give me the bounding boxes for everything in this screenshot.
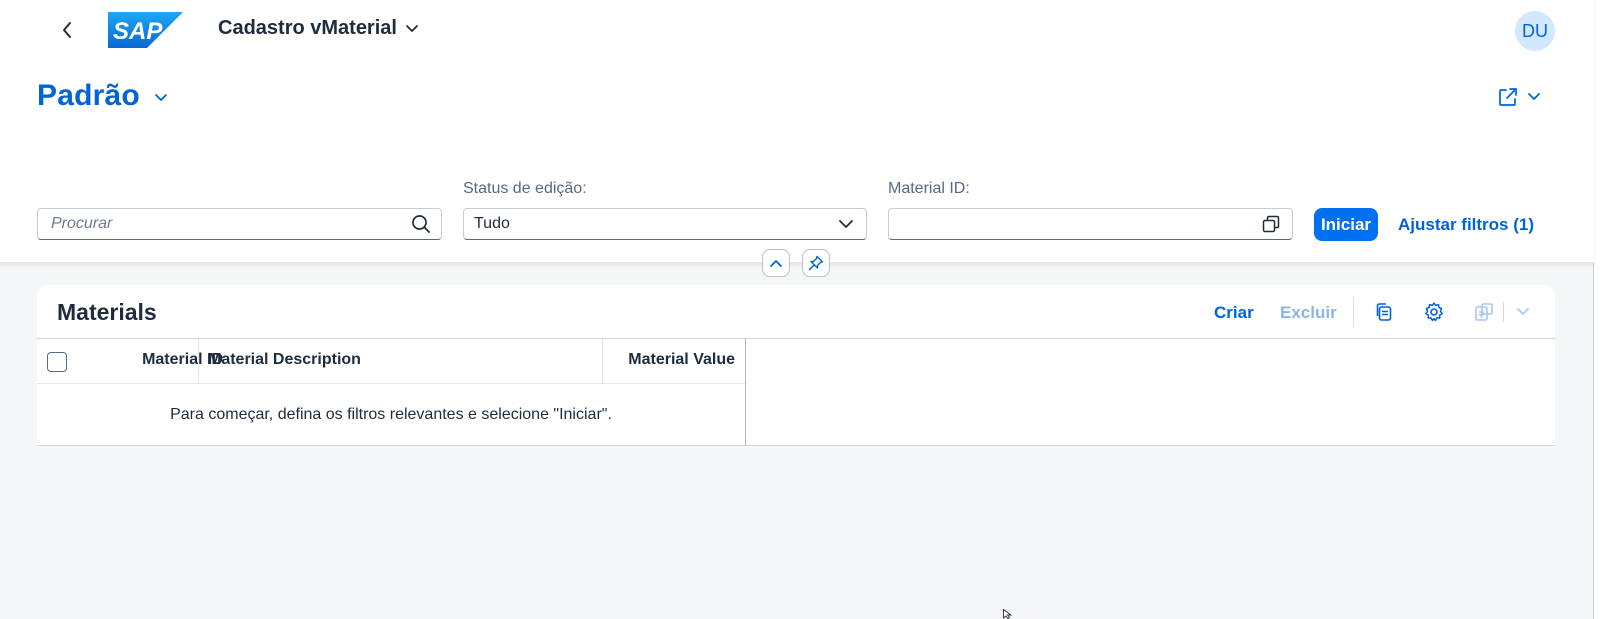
status-filter-value: Tudo <box>474 215 510 232</box>
pin-header-button[interactable] <box>802 249 830 277</box>
search-input[interactable]: Procurar <box>37 208 442 240</box>
column-header-material-id[interactable]: Material ID <box>103 351 223 369</box>
sap-logo[interactable]: SAP <box>108 12 183 48</box>
column-separator <box>198 339 199 383</box>
app-title: Cadastro vMaterial <box>218 17 397 39</box>
no-data-message: Para começar, defina os filtros relevant… <box>170 406 612 423</box>
variant-title: Padrão <box>37 79 140 112</box>
chevron-down-icon <box>839 220 853 228</box>
materials-table-panel: Materials Criar Excluir Material ID Mate… <box>37 285 1555 446</box>
mouse-cursor-icon <box>1003 609 1013 619</box>
status-filter-select[interactable]: Tudo <box>463 208 867 240</box>
table-header-row: Material ID Material Description Materia… <box>37 339 745 384</box>
search-placeholder: Procurar <box>51 215 113 232</box>
copy-button[interactable] <box>1370 298 1398 326</box>
material-id-label: Material ID: <box>888 180 970 197</box>
table-title: Materials <box>57 299 157 325</box>
share-button[interactable] <box>1497 86 1541 108</box>
create-button[interactable]: Criar <box>1214 303 1254 323</box>
chevron-down-icon <box>1517 308 1529 315</box>
toolbar-separator <box>1353 297 1354 327</box>
window-frame <box>1594 0 1600 619</box>
column-header-material-description[interactable]: Material Description <box>208 351 361 369</box>
collapse-header-button[interactable] <box>762 249 790 277</box>
search-icon <box>412 215 430 233</box>
page-header: SAP Cadastro vMaterial DU Padrão Procura… <box>0 0 1594 263</box>
chevron-down-icon <box>406 24 418 32</box>
status-filter-label: Status de edição: <box>463 180 587 197</box>
gear-icon <box>1425 302 1443 322</box>
copy-icon <box>1376 303 1392 321</box>
export-menu-button[interactable] <box>1509 298 1537 326</box>
pin-icon <box>808 255 824 271</box>
delete-button[interactable]: Excluir <box>1280 303 1337 323</box>
select-all-checkbox[interactable] <box>47 352 67 372</box>
app-title-menu[interactable]: Cadastro vMaterial <box>218 17 419 40</box>
material-id-field[interactable] <box>888 208 1293 240</box>
chevron-left-icon <box>63 22 71 38</box>
settings-button[interactable] <box>1420 298 1448 326</box>
table-column-edge <box>745 339 746 446</box>
materials-table: Material ID Material Description Materia… <box>37 338 1555 446</box>
chevron-up-icon <box>770 260 782 267</box>
material-id-input[interactable] <box>895 210 1262 238</box>
share-icon <box>1499 88 1517 106</box>
back-button[interactable] <box>52 15 82 45</box>
user-avatar[interactable]: DU <box>1515 11 1555 51</box>
chevron-down-icon <box>1528 93 1540 100</box>
svg-text:SAP: SAP <box>113 18 163 45</box>
adapt-filters-button[interactable]: Ajustar filtros (1) <box>1398 215 1534 235</box>
toolbar-separator <box>1503 302 1504 322</box>
variant-selector[interactable]: Padrão <box>37 79 168 113</box>
column-header-material-value[interactable]: Material Value <box>602 351 735 369</box>
chevron-down-icon <box>155 94 167 101</box>
go-button[interactable]: Iniciar <box>1314 208 1378 241</box>
value-help-icon[interactable] <box>1262 215 1280 233</box>
export-spreadsheet-icon <box>1475 303 1493 321</box>
export-button[interactable] <box>1470 298 1498 326</box>
